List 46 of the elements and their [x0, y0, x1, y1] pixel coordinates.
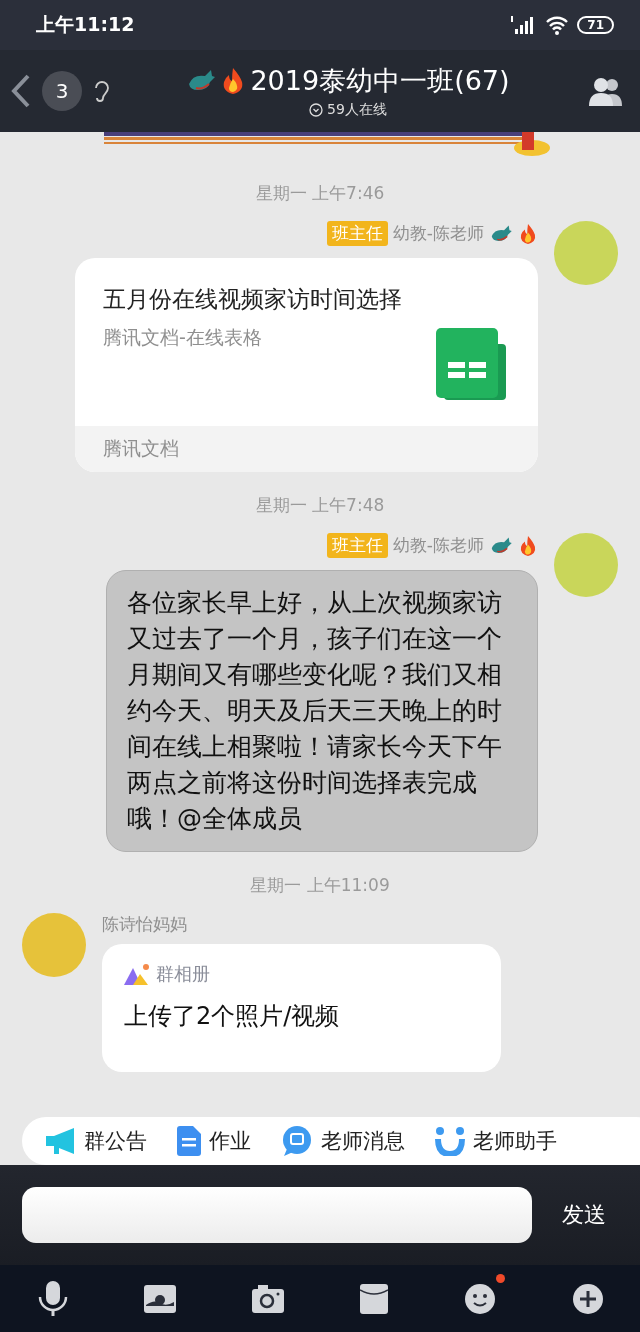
timestamp: 星期一 上午7:46 — [255, 182, 385, 205]
timestamp: 星期一 上午7:48 — [255, 494, 385, 517]
emoji-icon — [464, 1282, 496, 1315]
sender-name: 幼教-陈老师 — [392, 534, 484, 557]
album-caption: 上传了2个照片/视频 — [124, 1001, 341, 1032]
plus-icon — [572, 1282, 604, 1315]
shortcut-button[interactable]: 群公告 — [38, 1127, 155, 1155]
online-count: 59人在线 — [327, 101, 387, 119]
sender-name: 幼教-陈老师 — [392, 222, 484, 245]
shortcut-button[interactable]: 老师助手 — [427, 1126, 565, 1156]
document-source: 腾讯文档 — [75, 426, 538, 472]
ear-icon[interactable] — [92, 78, 110, 104]
shortcut-button[interactable]: 作业 — [169, 1126, 259, 1156]
document-type: 腾讯文档-在线表格 — [103, 325, 263, 350]
spreadsheet-icon — [436, 328, 506, 400]
microphone-icon — [38, 1280, 68, 1317]
role-badge: 班主任 — [326, 221, 388, 246]
document-card[interactable]: 五月份在线视频家访时间选择 腾讯文档-在线表格 腾讯文档 — [75, 258, 538, 472]
notification-dot — [496, 1273, 505, 1283]
message-input[interactable] — [22, 1187, 532, 1243]
send-button[interactable]: 发送 — [562, 1200, 618, 1230]
timestamp: 星期一 上午11:09 — [250, 874, 390, 897]
megaphone-icon — [46, 1128, 76, 1154]
smile-icon — [435, 1126, 465, 1156]
message-text: 各位家长早上好，从上次视频家访又过去了一个月，孩子们在这一个月期间又有哪些变化呢？我们又相约今天、明天及后天三天晚上的时间在线上相聚啦！请家长今天下午两点之前将这份时间选择表完成哦！@全体成员 — [106, 570, 538, 852]
wifi-icon — [545, 15, 570, 35]
document-icon — [177, 1126, 201, 1156]
album-source: 群相册 — [156, 962, 210, 986]
chat-bubble-icon — [281, 1125, 313, 1157]
image-icon — [144, 1284, 176, 1313]
sender-name: 陈诗怡妈妈 — [102, 913, 187, 936]
battery-level: 71 — [577, 16, 614, 34]
document-title: 五月份在线视频家访时间选择 — [103, 285, 402, 314]
role-badge: 班主任 — [326, 533, 388, 558]
envelope-icon — [360, 1283, 388, 1314]
fire-icon — [518, 222, 538, 245]
group-title: 2019泰幼中一班(67) — [250, 64, 510, 98]
back-icon[interactable] — [10, 73, 32, 109]
fire-icon — [518, 534, 538, 557]
shortcut-button[interactable]: 老师消息 — [273, 1125, 413, 1157]
mountain-icon — [124, 963, 150, 985]
album-card[interactable]: 群相册 上传了2个照片/视频 — [102, 944, 501, 1072]
clock: 上午11:12 — [36, 12, 135, 37]
unread-count[interactable]: 3 — [42, 71, 82, 111]
chevron-circle-icon[interactable] — [309, 103, 324, 117]
camera-icon — [252, 1284, 284, 1313]
